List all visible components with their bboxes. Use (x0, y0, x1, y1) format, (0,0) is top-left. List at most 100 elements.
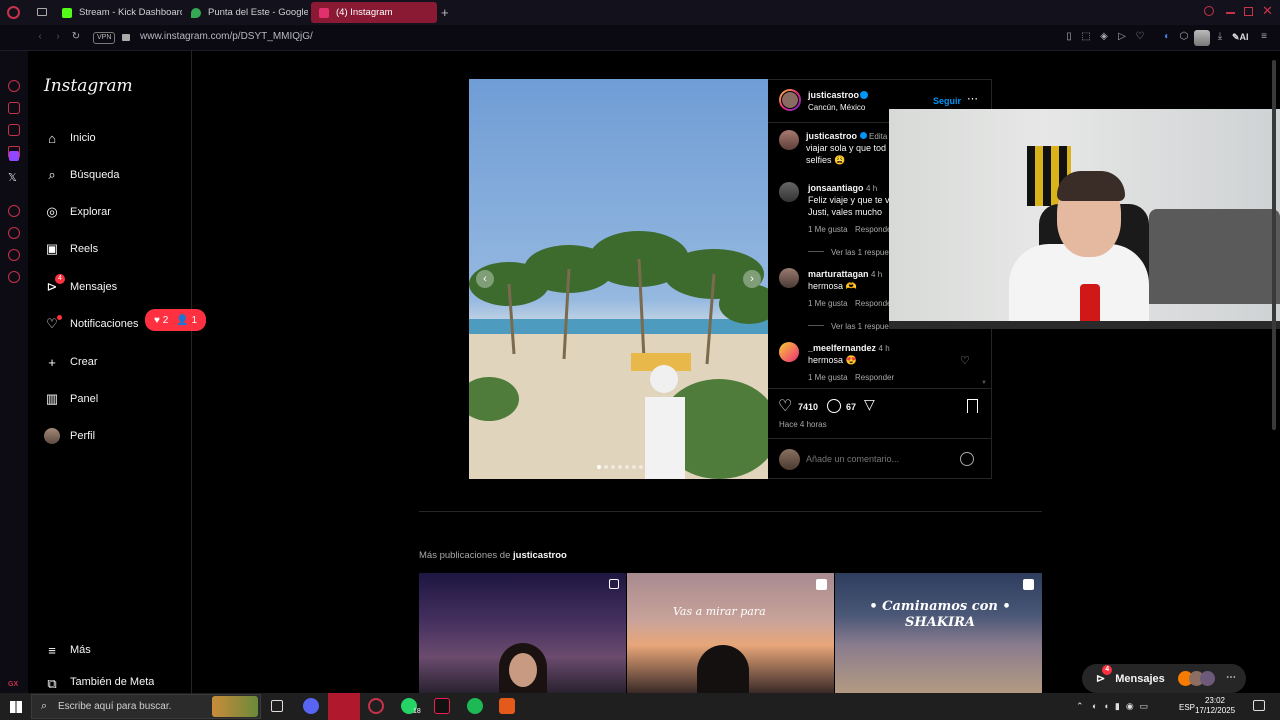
bookmark-icon[interactable]: ▯ (1063, 31, 1075, 43)
instagram-logo[interactable]: Instagram (44, 76, 133, 96)
nav-perfil[interactable]: Perfil (44, 425, 95, 447)
opera-logo-icon[interactable] (7, 6, 20, 19)
messenger-app-icon[interactable] (8, 102, 20, 114)
comment-username[interactable]: jonsaantiago (808, 183, 864, 193)
tray-chevron-icon[interactable]: ⌃ (1076, 701, 1084, 712)
snapshot-icon[interactable]: ⬚ (1080, 31, 1092, 43)
author-username[interactable]: justicastroo (808, 90, 859, 100)
history-icon[interactable] (8, 205, 20, 217)
instagram-app-icon[interactable] (8, 124, 20, 136)
active-app-tile[interactable] (328, 693, 360, 720)
view-replies-button[interactable]: Ver las 1 respue (831, 248, 889, 257)
language-indicator[interactable]: ESP (1179, 703, 1195, 712)
settings-icon[interactable] (8, 271, 20, 283)
tiktok-icon[interactable] (434, 698, 450, 714)
nav-inicio[interactable]: ⌂ Inicio (44, 127, 96, 149)
task-view-icon[interactable] (271, 700, 283, 712)
player-icon[interactable]: ▷ (1116, 31, 1128, 43)
search-icon[interactable] (1204, 6, 1214, 16)
maximize-icon[interactable] (1244, 7, 1253, 16)
like-icon[interactable]: ♡ (778, 396, 792, 416)
more-posts-user[interactable]: justicastroo (513, 550, 567, 561)
chat-icon[interactable] (8, 249, 20, 261)
new-tab-icon[interactable]: + (441, 5, 449, 20)
messages-floating-button[interactable]: ⊳ 4 Mensajes ⋯ (1082, 664, 1246, 693)
speed-dial-icon[interactable] (8, 80, 20, 92)
nav-notificaciones[interactable]: ♡ Notificaciones (44, 313, 138, 335)
opera-gx-icon[interactable] (368, 698, 384, 714)
shield-icon[interactable]: ◈ (1098, 31, 1110, 43)
comment-avatar[interactable] (779, 342, 799, 362)
nav-mensajes[interactable]: ⊳ 4 Mensajes (44, 274, 117, 298)
windows-start-icon[interactable] (10, 701, 22, 713)
comments-scrollbar[interactable]: ▼ (981, 380, 987, 386)
notification-pill[interactable]: ♥ 2 👤 1 (145, 309, 206, 331)
extensions-icon[interactable]: ⬡ (1178, 31, 1190, 43)
comment-input[interactable] (806, 452, 956, 466)
vpn-badge[interactable]: VPN (93, 32, 116, 44)
notifications-icon[interactable] (1253, 700, 1265, 711)
minimize-icon[interactable] (1226, 12, 1235, 14)
taskbar-search[interactable]: ⌕ Escribe aquí para buscar. (31, 694, 261, 719)
nav-tambien-de-meta[interactable]: ⧉ También de Meta (44, 676, 154, 693)
taskbar-clock[interactable]: 23:02 17/12/2025 (1195, 696, 1235, 716)
tab-google-maps[interactable]: Punta del Este - Google M (183, 2, 308, 23)
comment-likes[interactable]: 1 Me gusta (808, 225, 848, 234)
more-options-icon[interactable]: ⋯ (967, 92, 978, 105)
save-icon[interactable] (967, 399, 978, 413)
sound-icon[interactable]: ◖ (1160, 31, 1172, 43)
twitch-app-icon[interactable] (9, 151, 19, 161)
x-app-icon[interactable]: 𝕏 (8, 171, 17, 184)
follow-button[interactable]: Seguir (933, 96, 961, 106)
prev-arrow-icon[interactable]: ‹ (476, 270, 494, 288)
emoji-icon[interactable] (960, 452, 974, 466)
author-avatar[interactable] (779, 89, 801, 111)
comment-avatar[interactable] (779, 268, 799, 288)
view-replies-button[interactable]: Ver las 1 respue (831, 322, 889, 331)
nav-crear[interactable]: + Crear (44, 351, 97, 373)
discord-icon[interactable] (303, 698, 319, 714)
nav-mas[interactable]: ≡ Más (44, 639, 91, 661)
my-avatar[interactable] (779, 449, 800, 470)
spotify-icon[interactable] (467, 698, 483, 714)
back-icon[interactable]: ‹ (34, 31, 46, 43)
ai-button[interactable]: ✎AI (1232, 32, 1249, 43)
clock-icon[interactable] (8, 227, 20, 239)
tab-instagram[interactable]: (4) Instagram (311, 2, 437, 23)
reply-button[interactable]: Responder (855, 373, 894, 382)
gx-icon[interactable]: GX (8, 681, 18, 688)
more-post-thumb[interactable]: Vas a mirar para (627, 573, 834, 693)
close-icon[interactable]: ✕ (1262, 3, 1273, 19)
app-icon[interactable] (499, 698, 515, 714)
comment-count[interactable]: 67 (846, 402, 856, 412)
more-post-thumb[interactable] (419, 573, 626, 693)
url-field[interactable]: www.instagram.com/p/DSYT_MMIQjG/ (140, 31, 313, 42)
comment-like-icon[interactable]: ♡ (960, 354, 970, 367)
like-count[interactable]: 7410 (798, 402, 818, 412)
comment-likes[interactable]: 1 Me gusta (808, 373, 848, 382)
tab-kick[interactable]: Stream - Kick Dashboard (54, 2, 182, 23)
page-scrollbar[interactable] (1272, 60, 1276, 430)
nav-explorar[interactable]: ◎ Explorar (44, 201, 111, 223)
post-location[interactable]: Cancún, México (808, 103, 865, 112)
heart-icon[interactable]: ♡ (1134, 31, 1146, 43)
profile-avatar[interactable] (1194, 30, 1210, 46)
comment-icon[interactable] (827, 399, 841, 413)
reload-icon[interactable]: ↻ (70, 31, 82, 43)
download-icon[interactable]: ⤓ (1214, 31, 1226, 43)
caption-avatar[interactable] (779, 130, 799, 150)
comment-username[interactable]: _meelfernandez (808, 343, 876, 353)
forward-icon[interactable]: › (52, 31, 64, 43)
comment-avatar[interactable] (779, 182, 799, 202)
menu-icon[interactable]: ≡ (1258, 31, 1270, 43)
tab-manager-icon[interactable] (37, 8, 47, 16)
caption-username[interactable]: justicastroo (806, 131, 857, 141)
share-icon[interactable]: ▽ (864, 396, 875, 413)
nav-reels[interactable]: ▣ Reels (44, 238, 98, 260)
post-image[interactable]: ‹ › (469, 79, 768, 479)
comment-username[interactable]: marturattagan (808, 269, 869, 279)
nav-panel[interactable]: ▥ Panel (44, 388, 98, 410)
more-post-thumb[interactable]: • Caminamos con • SHAKIRA (835, 573, 1042, 693)
comment-likes[interactable]: 1 Me gusta (808, 299, 848, 308)
nav-busqueda[interactable]: ⌕ Búsqueda (44, 164, 119, 186)
